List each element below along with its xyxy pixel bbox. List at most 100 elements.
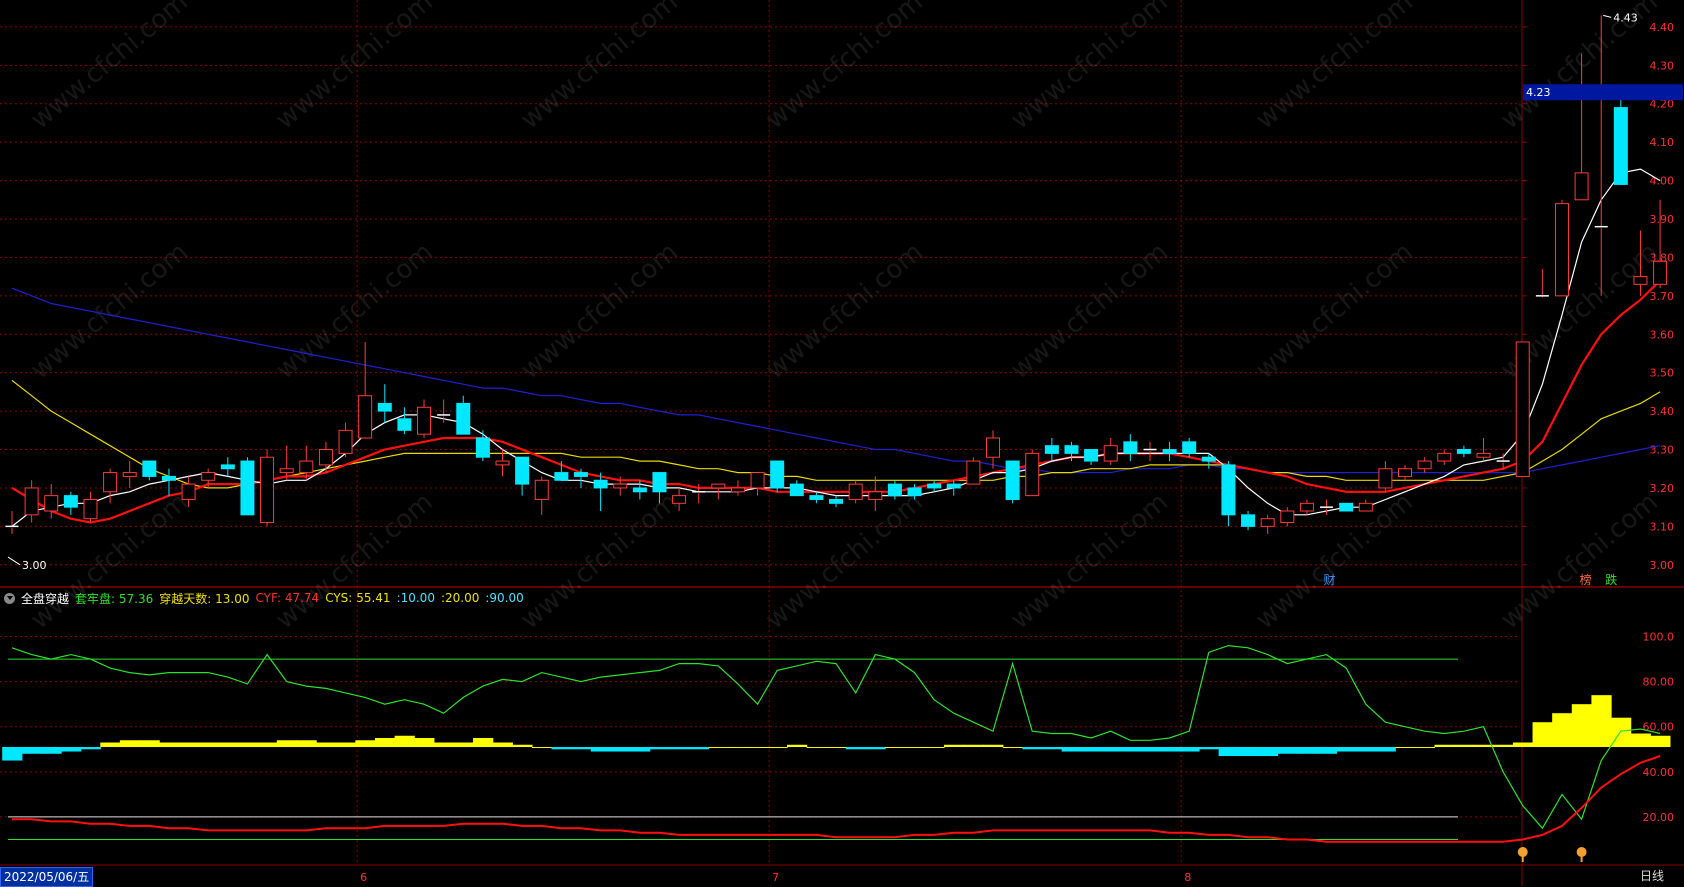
cys-bar: [786, 744, 808, 748]
candle: [240, 457, 255, 516]
candle-body: [593, 479, 608, 489]
cys-bar: [531, 747, 553, 749]
indicator-tick-label: 40.00: [1643, 766, 1675, 779]
cys-bar: [1297, 747, 1318, 754]
price-tick-label: 3.50: [1650, 367, 1675, 380]
cys-bar: [453, 742, 474, 748]
price-tick-label: 3.10: [1650, 520, 1675, 533]
candle-body: [260, 456, 275, 524]
candle-body: [887, 483, 902, 497]
month-label: 6: [360, 871, 367, 884]
candle-body: [1182, 441, 1197, 454]
candle-body: [358, 395, 373, 439]
indicator-menu-icon[interactable]: [4, 592, 15, 604]
candle-body: [1123, 441, 1138, 454]
cys-bar: [571, 747, 592, 750]
cys-bar: [1552, 713, 1573, 748]
candle-body: [1574, 172, 1589, 201]
candle-body: [1476, 452, 1491, 458]
cys-bar: [806, 747, 827, 749]
cys-bar: [1591, 695, 1612, 748]
stock-chart-canvas[interactable]: 3.003.103.203.303.403.503.603.703.803.90…: [0, 0, 1684, 886]
candle-body: [122, 472, 137, 477]
event-marker-cai: 财: [1324, 573, 1336, 587]
candle: [848, 480, 863, 504]
cys-bar: [276, 740, 298, 748]
cys-bar: [1120, 747, 1141, 752]
cys-bar: [61, 747, 82, 752]
candle-body: [142, 460, 157, 477]
price-tick-label: 3.70: [1650, 290, 1675, 303]
indicator-tick-label: 80.00: [1643, 676, 1675, 689]
candle-body: [103, 472, 118, 493]
candle-body: [1437, 452, 1452, 462]
cys-bar: [1571, 704, 1593, 748]
cys-bar: [1199, 747, 1220, 750]
price-tick-label: 3.40: [1650, 405, 1675, 418]
cys-bar: [963, 744, 984, 748]
indicator-tick-label: 20.00: [1643, 811, 1675, 824]
cys-bar: [590, 747, 612, 752]
cys-bar: [296, 740, 317, 748]
cursor-date-box: 2022/05/06/五: [0, 867, 94, 887]
candle-body: [1201, 456, 1216, 462]
candle-body: [907, 487, 922, 497]
cys-bar: [610, 747, 631, 752]
cys-bar: [904, 747, 925, 749]
candle-body: [456, 402, 471, 435]
cys-bar: [826, 747, 847, 749]
cys-bar: [708, 747, 729, 749]
candle-body: [377, 402, 392, 412]
candle-body: [1221, 464, 1236, 516]
cys-bar: [943, 744, 965, 748]
signal-marker-icon: [1576, 847, 1587, 857]
cys-bar: [21, 747, 43, 754]
cys-bar: [1179, 747, 1200, 752]
candle-body: [946, 483, 961, 489]
cys-bar: [394, 735, 415, 748]
cys-bar: [630, 747, 651, 752]
candle-body: [672, 495, 687, 504]
cys-bar: [1650, 735, 1671, 748]
candle-body: [927, 483, 942, 489]
candle-body: [417, 406, 432, 435]
candle-body: [1398, 468, 1413, 477]
cys-bar: [1257, 747, 1279, 757]
candle-body: [534, 479, 549, 500]
month-label: 8: [1184, 871, 1191, 884]
candle-body: [1299, 502, 1314, 512]
candle-body: [24, 487, 39, 516]
indicator-item-line20: :20.00: [440, 591, 480, 605]
candle-body: [1005, 460, 1020, 500]
price-tick-label: 4.10: [1650, 136, 1675, 149]
candle-body: [868, 491, 883, 500]
candle-body: [397, 418, 412, 431]
cys-bar: [1414, 747, 1436, 749]
candle-body: [848, 483, 863, 500]
candle-body: [299, 460, 314, 474]
indicator-item-line90: :90.00: [485, 591, 524, 605]
signal-marker-icon: [1517, 847, 1528, 857]
cys-bar: [80, 747, 101, 750]
cys-bar: [845, 747, 867, 750]
candle: [1515, 341, 1530, 477]
cys-bar: [747, 747, 768, 749]
candle-body: [1084, 449, 1099, 462]
candle-body: [161, 475, 176, 481]
candle-body: [711, 483, 726, 489]
cys-bar: [983, 744, 1004, 748]
indicator-name[interactable]: 全盘穿越: [21, 590, 69, 607]
candle-body: [63, 495, 78, 508]
cys-bar: [100, 742, 121, 748]
candle-body: [495, 460, 510, 466]
candle: [260, 449, 275, 527]
cys-bar: [1042, 747, 1063, 750]
cys-bar: [257, 742, 278, 748]
period-label[interactable]: 日线: [1640, 867, 1664, 885]
cys-bar: [1140, 747, 1161, 752]
price-tick-label: 3.30: [1650, 444, 1675, 457]
cys-bar: [218, 742, 239, 748]
candle: [1554, 199, 1569, 297]
cys-bar: [1375, 747, 1396, 752]
candle-body: [1633, 276, 1648, 285]
